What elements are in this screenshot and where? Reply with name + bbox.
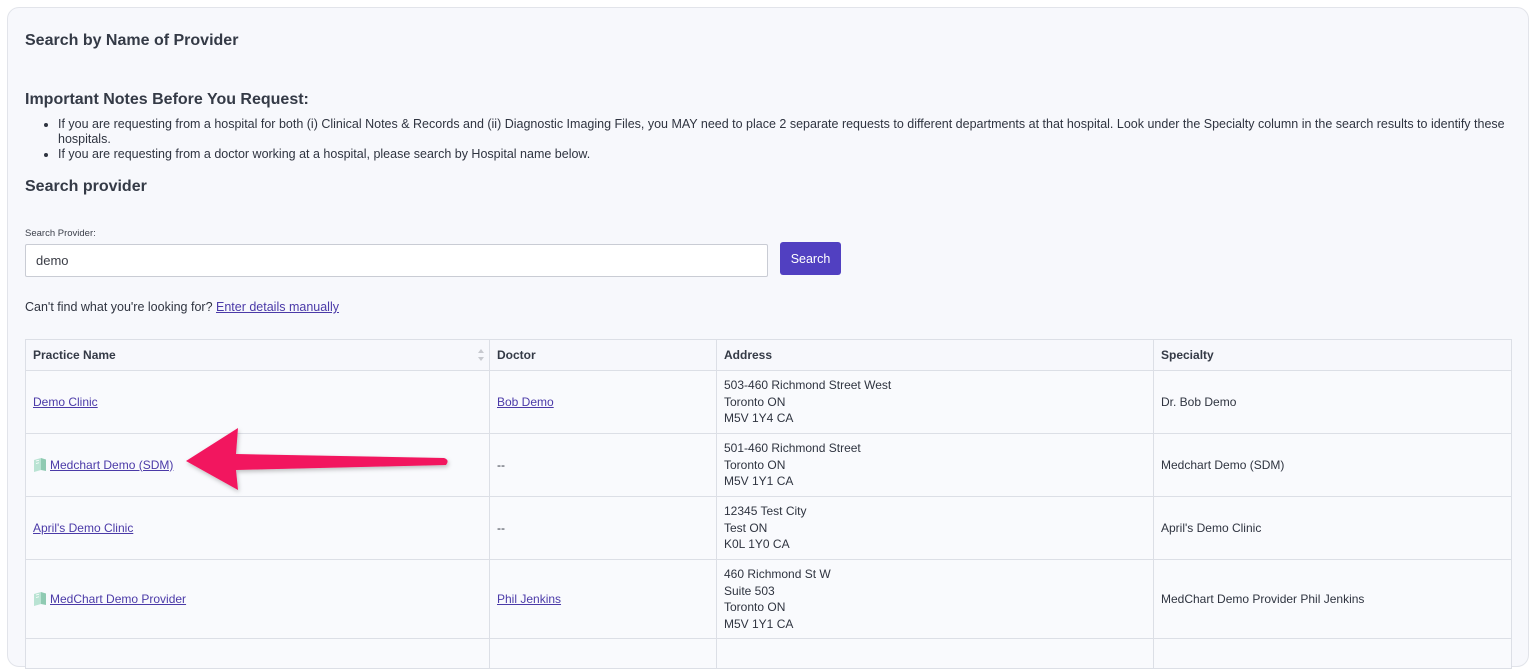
address-line: Test ON [724, 520, 768, 535]
book-icon [33, 591, 47, 606]
search-provider-label: Search Provider: [25, 228, 96, 239]
table-header-row: Practice Name Doctor Address Specialty [25, 339, 1512, 371]
practice-cell [25, 638, 490, 669]
address-line: Toronto ON [724, 394, 786, 409]
note-item: If you are requesting from a hospital fo… [58, 117, 1539, 147]
practice-cell: Medchart Demo (SDM) [25, 433, 490, 497]
column-header-label: Practice Name [33, 348, 116, 362]
doctor-cell: -- [489, 433, 717, 497]
doctor-link[interactable]: Bob Demo [497, 395, 554, 409]
address-line: M5V 1Y4 CA [724, 411, 794, 426]
practice-link[interactable]: MedChart Demo Provider [50, 592, 186, 606]
practice-link[interactable]: April's Demo Clinic [33, 521, 133, 535]
notes-title: Important Notes Before You Request: [25, 91, 309, 108]
search-provider-input[interactable] [25, 244, 768, 277]
address-line: 12345 Test City [724, 504, 807, 519]
doctor-cell: Phil Jenkins [489, 559, 717, 639]
address-cell: 460 Richmond St W Suite 503 Toronto ON M5V … [716, 559, 1154, 639]
specialty-cell [1153, 638, 1512, 669]
book-icon [33, 457, 47, 472]
enter-details-manually-link[interactable]: Enter details manually [216, 300, 339, 314]
practice-link[interactable]: Medchart Demo (SDM) [50, 458, 173, 472]
address-cell: 501-460 Richmond Street Toronto ON M5V 1Y1… [716, 433, 1154, 497]
address-line: M5V 1Y1 CA [724, 616, 794, 631]
provider-results-table: Practice Name Doctor Address Specialty D… [25, 339, 1512, 669]
address-line: 503-460 Richmond Street West [724, 378, 892, 393]
page-title: Search by Name of Provider [25, 32, 239, 49]
sort-arrows-icon[interactable] [478, 349, 484, 361]
practice-cell: MedChart Demo Provider [25, 559, 490, 639]
notes-list: If you are requesting from a hospital fo… [25, 117, 1539, 162]
manual-entry-hint: Can't find what you're looking for? Ente… [25, 300, 339, 314]
practice-cell: April's Demo Clinic [25, 496, 490, 560]
doctor-link[interactable]: Phil Jenkins [497, 592, 561, 606]
address-line: 460 Richmond St W [724, 567, 831, 581]
address-line: Toronto ON [724, 600, 786, 614]
manual-entry-text: Can't find what you're looking for? [25, 300, 216, 314]
practice-link[interactable]: Demo Clinic [33, 395, 98, 409]
address-cell [716, 638, 1154, 669]
table-row: April's Demo Clinic -- 12345 Test City Te… [25, 496, 1512, 560]
doctor-cell [489, 638, 717, 669]
address-cell: 12345 Test City Test ON K0L 1Y0 CA [716, 496, 1154, 560]
address-line: Suite 503 [724, 583, 775, 598]
table-row-partial [25, 638, 1512, 669]
doctor-cell: Bob Demo [489, 370, 717, 434]
column-header-address: Address [716, 339, 1154, 371]
column-header-doctor: Doctor [489, 339, 717, 371]
address-line: 501-460 Richmond Street [724, 441, 861, 456]
practice-cell: Demo Clinic [25, 370, 490, 434]
table-row: Demo Clinic Bob Demo 503-460 Richmond St… [25, 370, 1512, 434]
table-row: Medchart Demo (SDM) -- 501-460 Richmond … [25, 433, 1512, 497]
table-row: MedChart Demo Provider Phil Jenkins 460 … [25, 559, 1512, 639]
specialty-cell: Medchart Demo (SDM) [1153, 433, 1512, 497]
address-line: K0L 1Y0 CA [724, 537, 790, 552]
search-button[interactable]: Search [780, 242, 841, 275]
column-header-practice-name[interactable]: Practice Name [25, 339, 490, 371]
specialty-cell: MedChart Demo Provider Phil Jenkins [1153, 559, 1512, 639]
section-title: Search provider [25, 178, 147, 195]
address-line: Toronto ON [724, 457, 786, 472]
column-header-specialty: Specialty [1153, 339, 1512, 371]
specialty-cell: April's Demo Clinic [1153, 496, 1512, 560]
note-item: If you are requesting from a doctor work… [58, 147, 1539, 162]
specialty-cell: Dr. Bob Demo [1153, 370, 1512, 434]
address-cell: 503-460 Richmond Street West Toronto ON M5… [716, 370, 1154, 434]
address-line: M5V 1Y1 CA [724, 474, 794, 489]
doctor-cell: -- [489, 496, 717, 560]
